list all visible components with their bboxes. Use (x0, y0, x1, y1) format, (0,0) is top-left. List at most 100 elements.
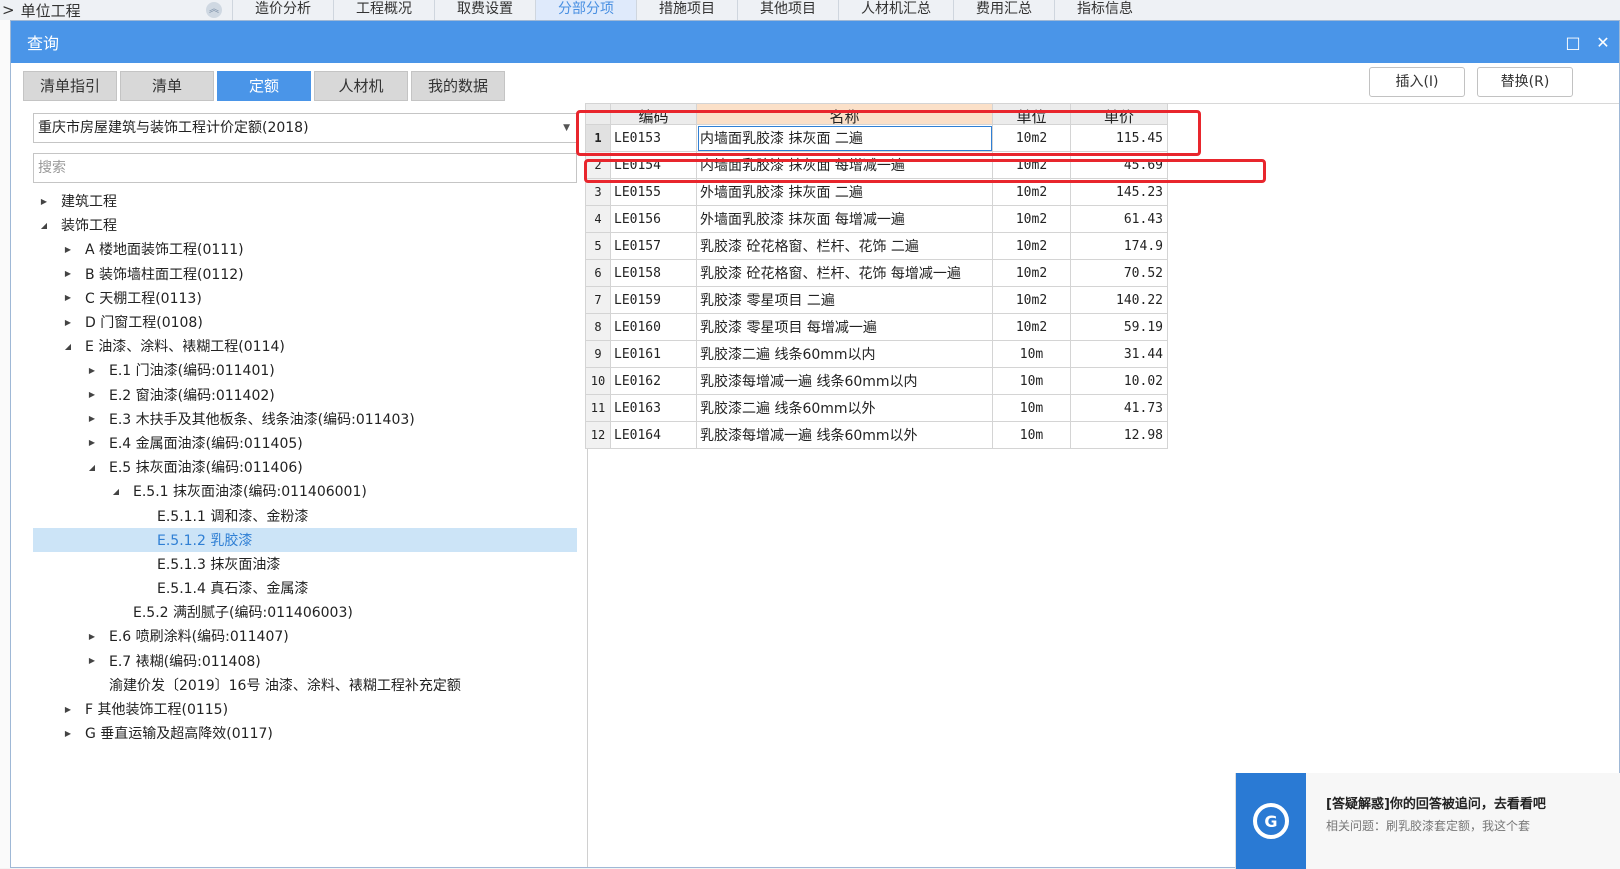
cell-name[interactable]: 乳胶漆每增减一遍 线条60mm以外 (696, 421, 993, 449)
table-row[interactable]: 5 LE0157 乳胶漆 砼花格窗、栏杆、花饰 二遍 10m2 174.9 (585, 232, 1168, 260)
tree-node[interactable]: ▶ F 其他装饰工程(0115) (33, 697, 577, 721)
column-header-price[interactable]: 单价 (1070, 103, 1168, 125)
expand-icon[interactable]: ▶ (37, 197, 51, 206)
cell-code[interactable]: LE0159 (610, 286, 697, 314)
cell-name[interactable]: 乳胶漆二遍 线条60mm以外 (696, 394, 993, 422)
app-tab[interactable]: 取费设置 (434, 0, 535, 20)
tree-node[interactable]: ◢ E.5.1 抹灰面油漆(编码:011406001) (33, 479, 577, 503)
app-tab[interactable]: 造价分析 (232, 0, 333, 20)
column-header-name[interactable]: 名称 (696, 103, 993, 125)
dialog-titlebar[interactable]: 查询 □ ✕ (11, 21, 1619, 63)
cell-price[interactable]: 61.43 (1070, 205, 1168, 233)
expand-icon[interactable]: ▶ (61, 293, 75, 302)
row-number[interactable]: 11 (585, 394, 611, 422)
dropdown-arrow-icon[interactable]: ▼ (563, 114, 570, 142)
cell-price[interactable]: 140.22 (1070, 286, 1168, 314)
cell-name[interactable]: 外墙面乳胶漆 抹灰面 每增减一遍 (696, 205, 993, 233)
dialog-tab[interactable]: 人材机 (314, 71, 408, 101)
expand-icon[interactable]: ▶ (61, 269, 75, 278)
cell-name[interactable]: 乳胶漆 零星项目 每增减一遍 (696, 313, 993, 341)
cell-price[interactable]: 145.23 (1070, 178, 1168, 206)
tree-node[interactable]: 渝建价发〔2019〕16号 油漆、涂料、裱糊工程补充定额 (33, 673, 577, 697)
table-row[interactable]: 11 LE0163 乳胶漆二遍 线条60mm以外 10m 41.73 (585, 394, 1168, 422)
breadcrumb-label[interactable]: 单位工程 (21, 0, 81, 21)
tree-node[interactable]: ▶ D 门窗工程(0108) (33, 310, 577, 334)
expand-icon[interactable]: ▶ (85, 390, 99, 399)
expand-icon[interactable]: ▶ (85, 366, 99, 375)
collapse-icon[interactable]: ◢ (37, 221, 51, 230)
tree-node[interactable]: E.5.2 满刮腻子(编码:011406003) (33, 600, 577, 624)
cell-unit[interactable]: 10m2 (992, 232, 1071, 260)
cell-code[interactable]: LE0164 (610, 421, 697, 449)
cell-name[interactable]: 乳胶漆二遍 线条60mm以内 (696, 340, 993, 368)
table-row[interactable]: 7 LE0159 乳胶漆 零星项目 二遍 10m2 140.22 (585, 286, 1168, 314)
maximize-icon[interactable]: □ (1565, 33, 1581, 52)
tree-node[interactable]: ▶ G 垂直运输及超高降效(0117) (33, 721, 577, 745)
cell-name[interactable]: 内墙面乳胶漆 抹灰面 每增减一遍 (696, 151, 993, 179)
expand-icon[interactable]: ▶ (61, 705, 75, 714)
cell-price[interactable]: 31.44 (1070, 340, 1168, 368)
cell-unit[interactable]: 10m2 (992, 151, 1071, 179)
tree-node[interactable]: ▶ E.1 门油漆(编码:011401) (33, 358, 577, 382)
expand-icon[interactable]: ▶ (85, 656, 99, 665)
cell-code[interactable]: LE0155 (610, 178, 697, 206)
insert-button[interactable]: 插入(I) (1369, 67, 1465, 97)
expand-icon[interactable]: ▶ (85, 632, 99, 641)
tree-node[interactable]: ▶ B 装饰墙柱面工程(0112) (33, 262, 577, 286)
row-number[interactable]: 3 (585, 178, 611, 206)
cell-price[interactable]: 10.02 (1070, 367, 1168, 395)
cell-code[interactable]: LE0163 (610, 394, 697, 422)
cell-unit[interactable]: 10m2 (992, 178, 1071, 206)
cell-unit[interactable]: 10m2 (992, 286, 1071, 314)
cell-code[interactable]: LE0154 (610, 151, 697, 179)
expand-icon[interactable]: ▶ (85, 414, 99, 423)
table-row[interactable]: 10 LE0162 乳胶漆每增减一遍 线条60mm以内 10m 10.02 (585, 367, 1168, 395)
row-number[interactable]: 2 (585, 151, 611, 179)
dialog-tab[interactable]: 清单指引 (23, 71, 117, 101)
cell-price[interactable]: 45.69 (1070, 151, 1168, 179)
table-row[interactable]: 9 LE0161 乳胶漆二遍 线条60mm以内 10m 31.44 (585, 340, 1168, 368)
collapse-icon[interactable]: ◢ (61, 342, 75, 351)
table-row[interactable]: 3 LE0155 外墙面乳胶漆 抹灰面 二遍 10m2 145.23 (585, 178, 1168, 206)
collapse-icon[interactable]: ◢ (85, 463, 99, 472)
row-number[interactable]: 7 (585, 286, 611, 314)
cell-code[interactable]: LE0153 (610, 124, 697, 152)
cell-code[interactable]: LE0157 (610, 232, 697, 260)
quota-library-select[interactable]: 重庆市房屋建筑与装饰工程计价定额(2018) ▼ (33, 113, 577, 143)
app-tab[interactable]: 措施项目 (636, 0, 737, 20)
table-row[interactable]: 6 LE0158 乳胶漆 砼花格窗、栏杆、花饰 每增减一遍 10m2 70.52 (585, 259, 1168, 287)
row-number[interactable]: 1 (585, 124, 611, 152)
cell-code[interactable]: LE0161 (610, 340, 697, 368)
tree-node[interactable]: E.5.1.3 抹灰面油漆 (33, 552, 577, 576)
app-tab[interactable]: 工程概况 (333, 0, 434, 20)
chevron-up-icon[interactable]: ︽ (206, 2, 222, 18)
dialog-tab[interactable]: 清单 (120, 71, 214, 101)
tree-node[interactable]: ▶ A 楼地面装饰工程(0111) (33, 237, 577, 261)
cell-price[interactable]: 41.73 (1070, 394, 1168, 422)
cell-unit[interactable]: 10m2 (992, 124, 1071, 152)
notification-title[interactable]: [答疑解惑]你的回答被追问，去看看吧 (1326, 793, 1546, 812)
table-row[interactable]: 4 LE0156 外墙面乳胶漆 抹灰面 每增减一遍 10m2 61.43 (585, 205, 1168, 233)
tree-node[interactable]: E.5.1.4 真石漆、金属漆 (33, 576, 577, 600)
tree-node[interactable]: E.5.1.1 调和漆、金粉漆 (33, 503, 577, 527)
cell-unit[interactable]: 10m2 (992, 205, 1071, 233)
cell-code[interactable]: LE0160 (610, 313, 697, 341)
replace-button[interactable]: 替换(R) (1477, 67, 1573, 97)
row-number[interactable]: 8 (585, 313, 611, 341)
tree-node[interactable]: ◢ E.5 抹灰面油漆(编码:011406) (33, 455, 577, 479)
app-tab[interactable]: 指标信息 (1054, 0, 1155, 20)
cell-name[interactable]: 乳胶漆每增减一遍 线条60mm以内 (696, 367, 993, 395)
tree-node[interactable]: ▶ E.3 木扶手及其他板条、线条油漆(编码:011403) (33, 407, 577, 431)
cell-code[interactable]: LE0162 (610, 367, 697, 395)
cell-price[interactable]: 12.98 (1070, 421, 1168, 449)
app-tab[interactable]: 其他项目 (737, 0, 838, 20)
column-header-code[interactable]: 编码 (610, 103, 697, 125)
notification-toast[interactable]: G [答疑解惑]你的回答被追问，去看看吧 相关问题：刷乳胶漆套定额，我这个套 (1235, 773, 1620, 869)
cell-unit[interactable]: 10m (992, 394, 1071, 422)
close-icon[interactable]: ✕ (1595, 33, 1611, 52)
row-number[interactable]: 9 (585, 340, 611, 368)
column-header-unit[interactable]: 单位 (992, 103, 1071, 125)
dialog-tab[interactable]: 我的数据 (411, 71, 505, 101)
cell-unit[interactable]: 10m (992, 367, 1071, 395)
row-number[interactable]: 6 (585, 259, 611, 287)
